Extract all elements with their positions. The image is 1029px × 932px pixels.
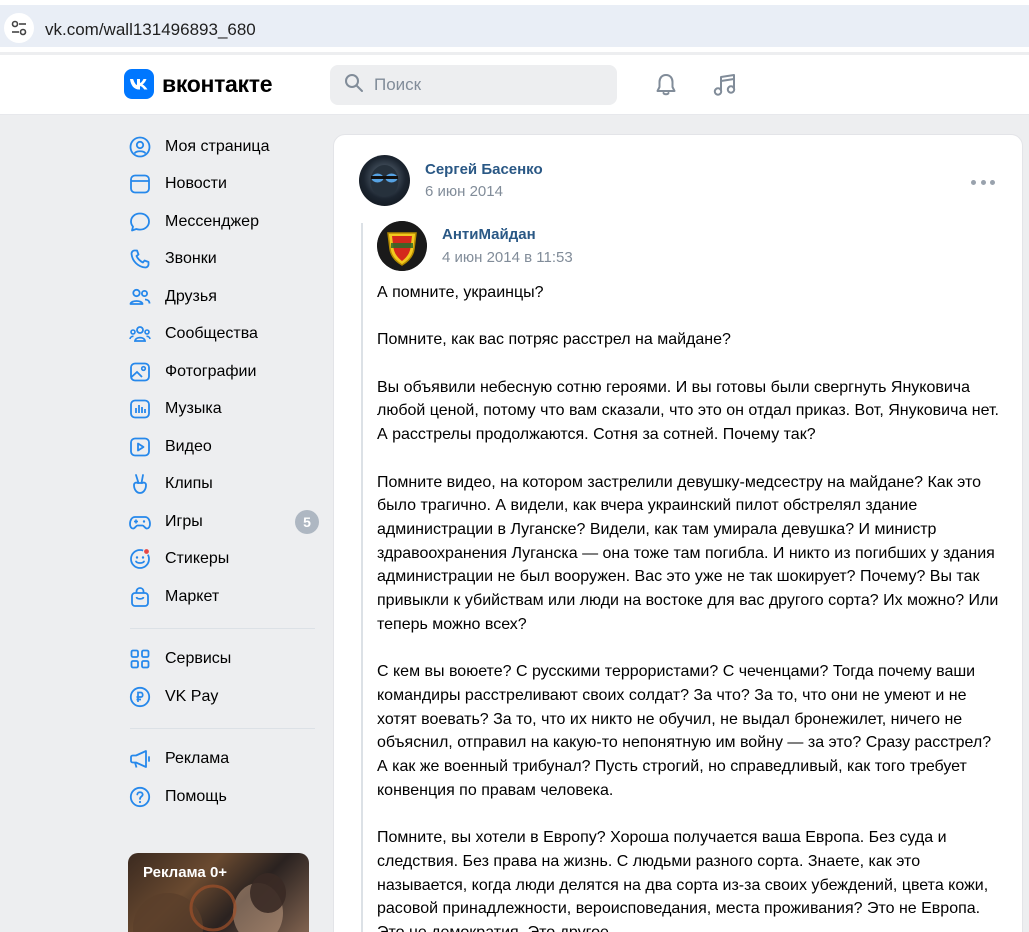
site-settings-icon[interactable] <box>4 13 34 43</box>
sidebar-item-stickers[interactable]: Стикеры <box>125 541 325 579</box>
sidebar-item-music[interactable]: Музыка <box>125 391 325 429</box>
author-avatar[interactable] <box>359 155 410 206</box>
browser-bar: vk.com/wall131496893_680 <box>0 0 1029 52</box>
post-date[interactable]: 6 июн 2014 <box>425 183 503 200</box>
post-paragraph: Вы объявили небесную сотню героями. И вы… <box>377 378 999 444</box>
post-paragraph: Помните видео, на котором застрелили дев… <box>377 473 999 633</box>
sidebar-item-label: Моя страница <box>165 137 270 155</box>
sidebar-item-my-page[interactable]: Моя страница <box>125 128 325 166</box>
sidebar-item-news[interactable]: Новости <box>125 166 325 204</box>
sidebar-item-label: Стикеры <box>165 550 230 568</box>
address-bar[interactable]: vk.com/wall131496893_680 <box>0 5 1029 47</box>
post-paragraph: Помните, как вас потряс расстрел на майд… <box>377 331 731 349</box>
sidebar-item-label: Клипы <box>165 475 213 493</box>
repost-date[interactable]: 4 июн 2014 в 11:53 <box>442 249 573 266</box>
music-bars-icon <box>125 394 155 424</box>
gamepad-icon <box>125 507 155 537</box>
search-box[interactable] <box>330 65 617 105</box>
wall-post: Сергей Басенко 6 июн 2014 АнтиМайдан 4 и… <box>333 134 1023 932</box>
communities-icon <box>125 319 155 349</box>
vk-logo-icon <box>124 69 154 99</box>
sidebar-item-market[interactable]: Маркет <box>125 578 325 616</box>
search-icon <box>344 73 364 98</box>
post-paragraph: Помните, вы хотели в Европу? Хороша полу… <box>377 829 989 932</box>
sidebar-item-messenger[interactable]: Мессенджер <box>125 203 325 241</box>
sidebar-item-label: Видео <box>165 437 212 455</box>
url-text[interactable]: vk.com/wall131496893_680 <box>45 20 256 40</box>
games-count-badge: 5 <box>295 510 319 534</box>
sidebar-divider <box>130 727 315 729</box>
repost-divider <box>361 223 363 932</box>
photo-icon <box>125 357 155 387</box>
sidebar-item-label: Мессенджер <box>165 212 259 230</box>
help-icon <box>125 782 155 812</box>
phone-icon <box>125 244 155 274</box>
sidebar-item-clips[interactable]: Клипы <box>125 466 325 504</box>
search-input[interactable] <box>374 75 594 95</box>
sidebar-item-label: Реклама <box>165 750 230 768</box>
sidebar-item-photos[interactable]: Фотографии <box>125 353 325 391</box>
post-paragraph: С кем вы воюете? С русскими террористами… <box>377 663 992 799</box>
sidebar-item-label: Фотографии <box>165 362 257 380</box>
sidebar-item-label: Звонки <box>165 250 217 268</box>
vk-logo-text: вконтакте <box>162 70 273 97</box>
sidebar-item-label: Сообщества <box>165 325 258 343</box>
sidebar-item-label: Маркет <box>165 587 220 605</box>
vk-logo[interactable]: вконтакте <box>124 69 273 99</box>
vk-header: вконтакте <box>0 55 1029 115</box>
ad-label: Реклама 0+ <box>143 864 228 881</box>
services-grid-icon <box>125 644 155 674</box>
sidebar-item-label: Друзья <box>165 287 217 305</box>
repost-avatar[interactable] <box>377 221 427 271</box>
news-icon <box>125 169 155 199</box>
repost-author-name[interactable]: АнтиМайдан <box>442 226 536 243</box>
user-circle-icon <box>125 132 155 162</box>
sidebar-item-label: VK Pay <box>165 687 219 705</box>
sidebar-item-games[interactable]: Игры 5 <box>125 503 325 541</box>
post-text: А помните, украинцы? Помните, как вас по… <box>377 281 1002 932</box>
sidebar-item-label: Помощь <box>165 787 227 805</box>
sidebar-item-friends[interactable]: Друзья <box>125 278 325 316</box>
post-author-name[interactable]: Сергей Басенко <box>425 161 543 178</box>
sidebar-divider <box>130 627 315 629</box>
left-sidebar: Моя страница Новости Мессенджер Звонки Д… <box>125 128 325 816</box>
music-note-icon[interactable] <box>711 71 739 99</box>
video-play-icon <box>125 432 155 462</box>
sidebar-item-services[interactable]: Сервисы <box>125 641 325 679</box>
megaphone-icon <box>125 744 155 774</box>
sidebar-item-calls[interactable]: Звонки <box>125 241 325 279</box>
clips-icon <box>125 469 155 499</box>
post-paragraph: А помните, украинцы? <box>377 284 544 301</box>
sidebar-item-help[interactable]: Помощь <box>125 778 325 816</box>
sidebar-item-label: Новости <box>165 175 227 193</box>
chat-bubble-icon <box>125 207 155 237</box>
sidebar-ad-banner[interactable]: Реклама 0+ <box>128 853 309 932</box>
shopping-bag-icon <box>125 582 155 612</box>
bell-icon[interactable] <box>652 71 680 99</box>
ruble-icon <box>125 682 155 712</box>
friends-icon <box>125 282 155 312</box>
sidebar-item-communities[interactable]: Сообщества <box>125 316 325 354</box>
sticker-icon <box>125 544 155 574</box>
sidebar-item-label: Игры <box>165 512 203 530</box>
sidebar-item-label: Музыка <box>165 400 222 418</box>
sidebar-item-label: Сервисы <box>165 650 232 668</box>
sidebar-item-vk-pay[interactable]: VK Pay <box>125 678 325 716</box>
sidebar-item-video[interactable]: Видео <box>125 428 325 466</box>
more-options-icon[interactable] <box>971 175 995 189</box>
sidebar-item-ads[interactable]: Реклама <box>125 741 325 779</box>
